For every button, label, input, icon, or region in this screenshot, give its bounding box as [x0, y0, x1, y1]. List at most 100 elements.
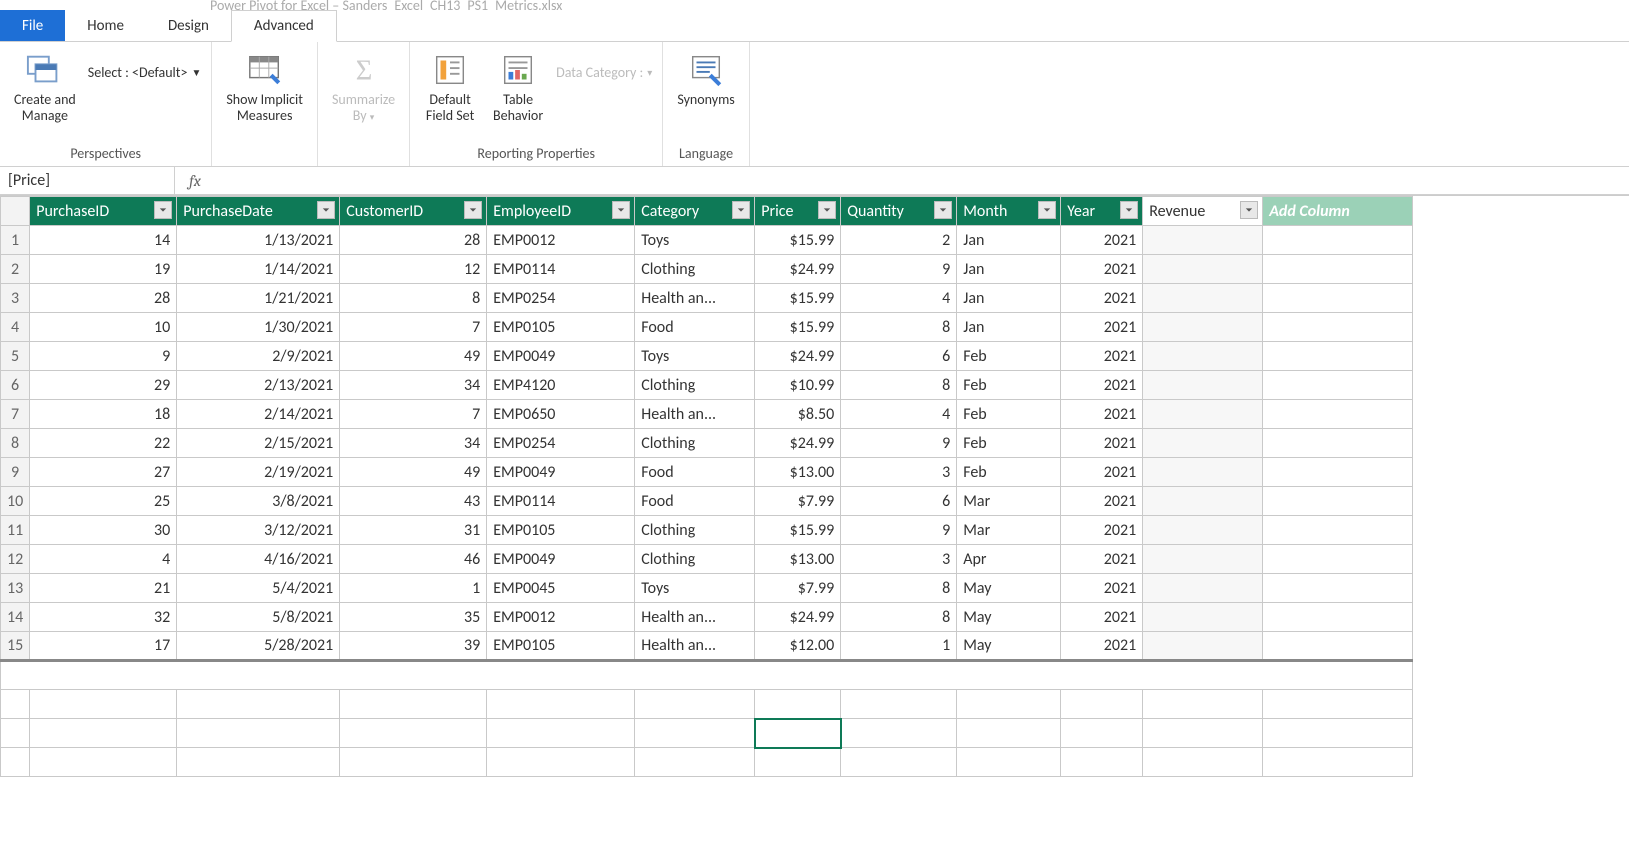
cell-year[interactable]: 2021 [1061, 255, 1143, 284]
cell-employeeid[interactable]: EMP0012 [487, 226, 635, 255]
cell-revenue[interactable] [1143, 284, 1263, 313]
cell-purchasedate[interactable]: 2/14/2021 [177, 400, 340, 429]
cell-purchasedate[interactable]: 2/9/2021 [177, 342, 340, 371]
cell-year[interactable]: 2021 [1061, 458, 1143, 487]
cell-purchaseid[interactable]: 21 [30, 574, 177, 603]
add-column-header[interactable]: Add Column [1263, 197, 1413, 226]
cell-customerid[interactable]: 31 [340, 516, 487, 545]
formula-input[interactable] [215, 167, 1629, 194]
row-header[interactable]: 10 [1, 487, 30, 516]
measure-cell[interactable] [755, 719, 841, 748]
cell-customerid[interactable]: 8 [340, 284, 487, 313]
cell-addcol[interactable] [1263, 429, 1413, 458]
cell-category[interactable]: Clothing [635, 545, 755, 574]
cell-revenue[interactable] [1143, 516, 1263, 545]
cell-category[interactable]: Toys [635, 226, 755, 255]
cell-purchasedate[interactable]: 1/13/2021 [177, 226, 340, 255]
cell-year[interactable]: 2021 [1061, 632, 1143, 661]
column-header-category[interactable]: Category [635, 197, 755, 226]
column-header-quantity[interactable]: Quantity [841, 197, 957, 226]
cell-quantity[interactable]: 3 [841, 545, 957, 574]
cell-purchasedate[interactable]: 2/15/2021 [177, 429, 340, 458]
cell-price[interactable]: $13.00 [755, 458, 841, 487]
cell-quantity[interactable]: 6 [841, 487, 957, 516]
cell-purchasedate[interactable]: 1/30/2021 [177, 313, 340, 342]
cell-addcol[interactable] [1263, 255, 1413, 284]
cell-quantity[interactable]: 6 [841, 342, 957, 371]
cell-category[interactable]: Health an... [635, 603, 755, 632]
cell-category[interactable]: Health an... [635, 632, 755, 661]
cell-category[interactable]: Health an... [635, 284, 755, 313]
cell-category[interactable]: Clothing [635, 371, 755, 400]
cell-customerid[interactable]: 43 [340, 487, 487, 516]
cell-purchaseid[interactable]: 14 [30, 226, 177, 255]
show-implicit-measures-button[interactable]: Show Implicit Measures [222, 48, 307, 126]
cell-year[interactable]: 2021 [1061, 574, 1143, 603]
row-header[interactable]: 13 [1, 574, 30, 603]
cell-addcol[interactable] [1263, 284, 1413, 313]
cell-purchaseid[interactable]: 27 [30, 458, 177, 487]
row-header[interactable]: 5 [1, 342, 30, 371]
cell-purchasedate[interactable]: 5/28/2021 [177, 632, 340, 661]
cell-revenue[interactable] [1143, 458, 1263, 487]
measure-cell[interactable] [841, 748, 957, 777]
cell-month[interactable]: Feb [957, 400, 1061, 429]
measure-cell[interactable] [1061, 719, 1143, 748]
cell-month[interactable]: May [957, 603, 1061, 632]
cell-month[interactable]: Apr [957, 545, 1061, 574]
cell-purchasedate[interactable]: 4/16/2021 [177, 545, 340, 574]
row-header[interactable]: 15 [1, 632, 30, 661]
tab-design[interactable]: Design [146, 10, 231, 41]
cell-year[interactable]: 2021 [1061, 516, 1143, 545]
cell-price[interactable]: $8.50 [755, 400, 841, 429]
filter-dropdown-icon[interactable] [732, 201, 750, 219]
cell-year[interactable]: 2021 [1061, 603, 1143, 632]
measure-cell[interactable] [841, 690, 957, 719]
cell-price[interactable]: $15.99 [755, 284, 841, 313]
cell-customerid[interactable]: 46 [340, 545, 487, 574]
cell-year[interactable]: 2021 [1061, 429, 1143, 458]
cell-price[interactable]: $15.99 [755, 516, 841, 545]
cell-customerid[interactable]: 35 [340, 603, 487, 632]
row-header[interactable]: 12 [1, 545, 30, 574]
cell-purchaseid[interactable]: 4 [30, 545, 177, 574]
cell-addcol[interactable] [1263, 400, 1413, 429]
tab-advanced[interactable]: Advanced [231, 10, 337, 42]
measure-cell[interactable] [635, 748, 755, 777]
cell-employeeid[interactable]: EMP0105 [487, 632, 635, 661]
cell-employeeid[interactable]: EMP0045 [487, 574, 635, 603]
cell-month[interactable]: Feb [957, 342, 1061, 371]
cell-purchasedate[interactable]: 3/8/2021 [177, 487, 340, 516]
cell-employeeid[interactable]: EMP0114 [487, 255, 635, 284]
cell-customerid[interactable]: 34 [340, 429, 487, 458]
row-header[interactable]: 11 [1, 516, 30, 545]
cell-purchaseid[interactable]: 17 [30, 632, 177, 661]
table-behavior-button[interactable]: Table Behavior [488, 48, 548, 126]
corner-cell[interactable] [1, 197, 30, 226]
cell-revenue[interactable] [1143, 226, 1263, 255]
filter-dropdown-icon[interactable] [317, 201, 335, 219]
cell-revenue[interactable] [1143, 632, 1263, 661]
cell-category[interactable]: Toys [635, 342, 755, 371]
measure-cell[interactable] [340, 719, 487, 748]
measure-cell[interactable] [957, 719, 1061, 748]
column-header-price[interactable]: Price [755, 197, 841, 226]
cell-purchasedate[interactable]: 2/13/2021 [177, 371, 340, 400]
cell-addcol[interactable] [1263, 516, 1413, 545]
cell-employeeid[interactable]: EMP0049 [487, 458, 635, 487]
measure-cell[interactable] [30, 748, 177, 777]
cell-month[interactable]: Mar [957, 516, 1061, 545]
cell-employeeid[interactable]: EMP0254 [487, 284, 635, 313]
cell-revenue[interactable] [1143, 487, 1263, 516]
cell-price[interactable]: $24.99 [755, 603, 841, 632]
cell-quantity[interactable]: 8 [841, 574, 957, 603]
cell-employeeid[interactable]: EMP0012 [487, 603, 635, 632]
cell-quantity[interactable]: 9 [841, 516, 957, 545]
cell-revenue[interactable] [1143, 255, 1263, 284]
cell-year[interactable]: 2021 [1061, 545, 1143, 574]
cell-addcol[interactable] [1263, 603, 1413, 632]
measure-cell[interactable] [957, 690, 1061, 719]
filter-dropdown-icon[interactable] [818, 201, 836, 219]
cell-category[interactable]: Food [635, 458, 755, 487]
synonyms-button[interactable]: Synonyms [673, 48, 738, 110]
